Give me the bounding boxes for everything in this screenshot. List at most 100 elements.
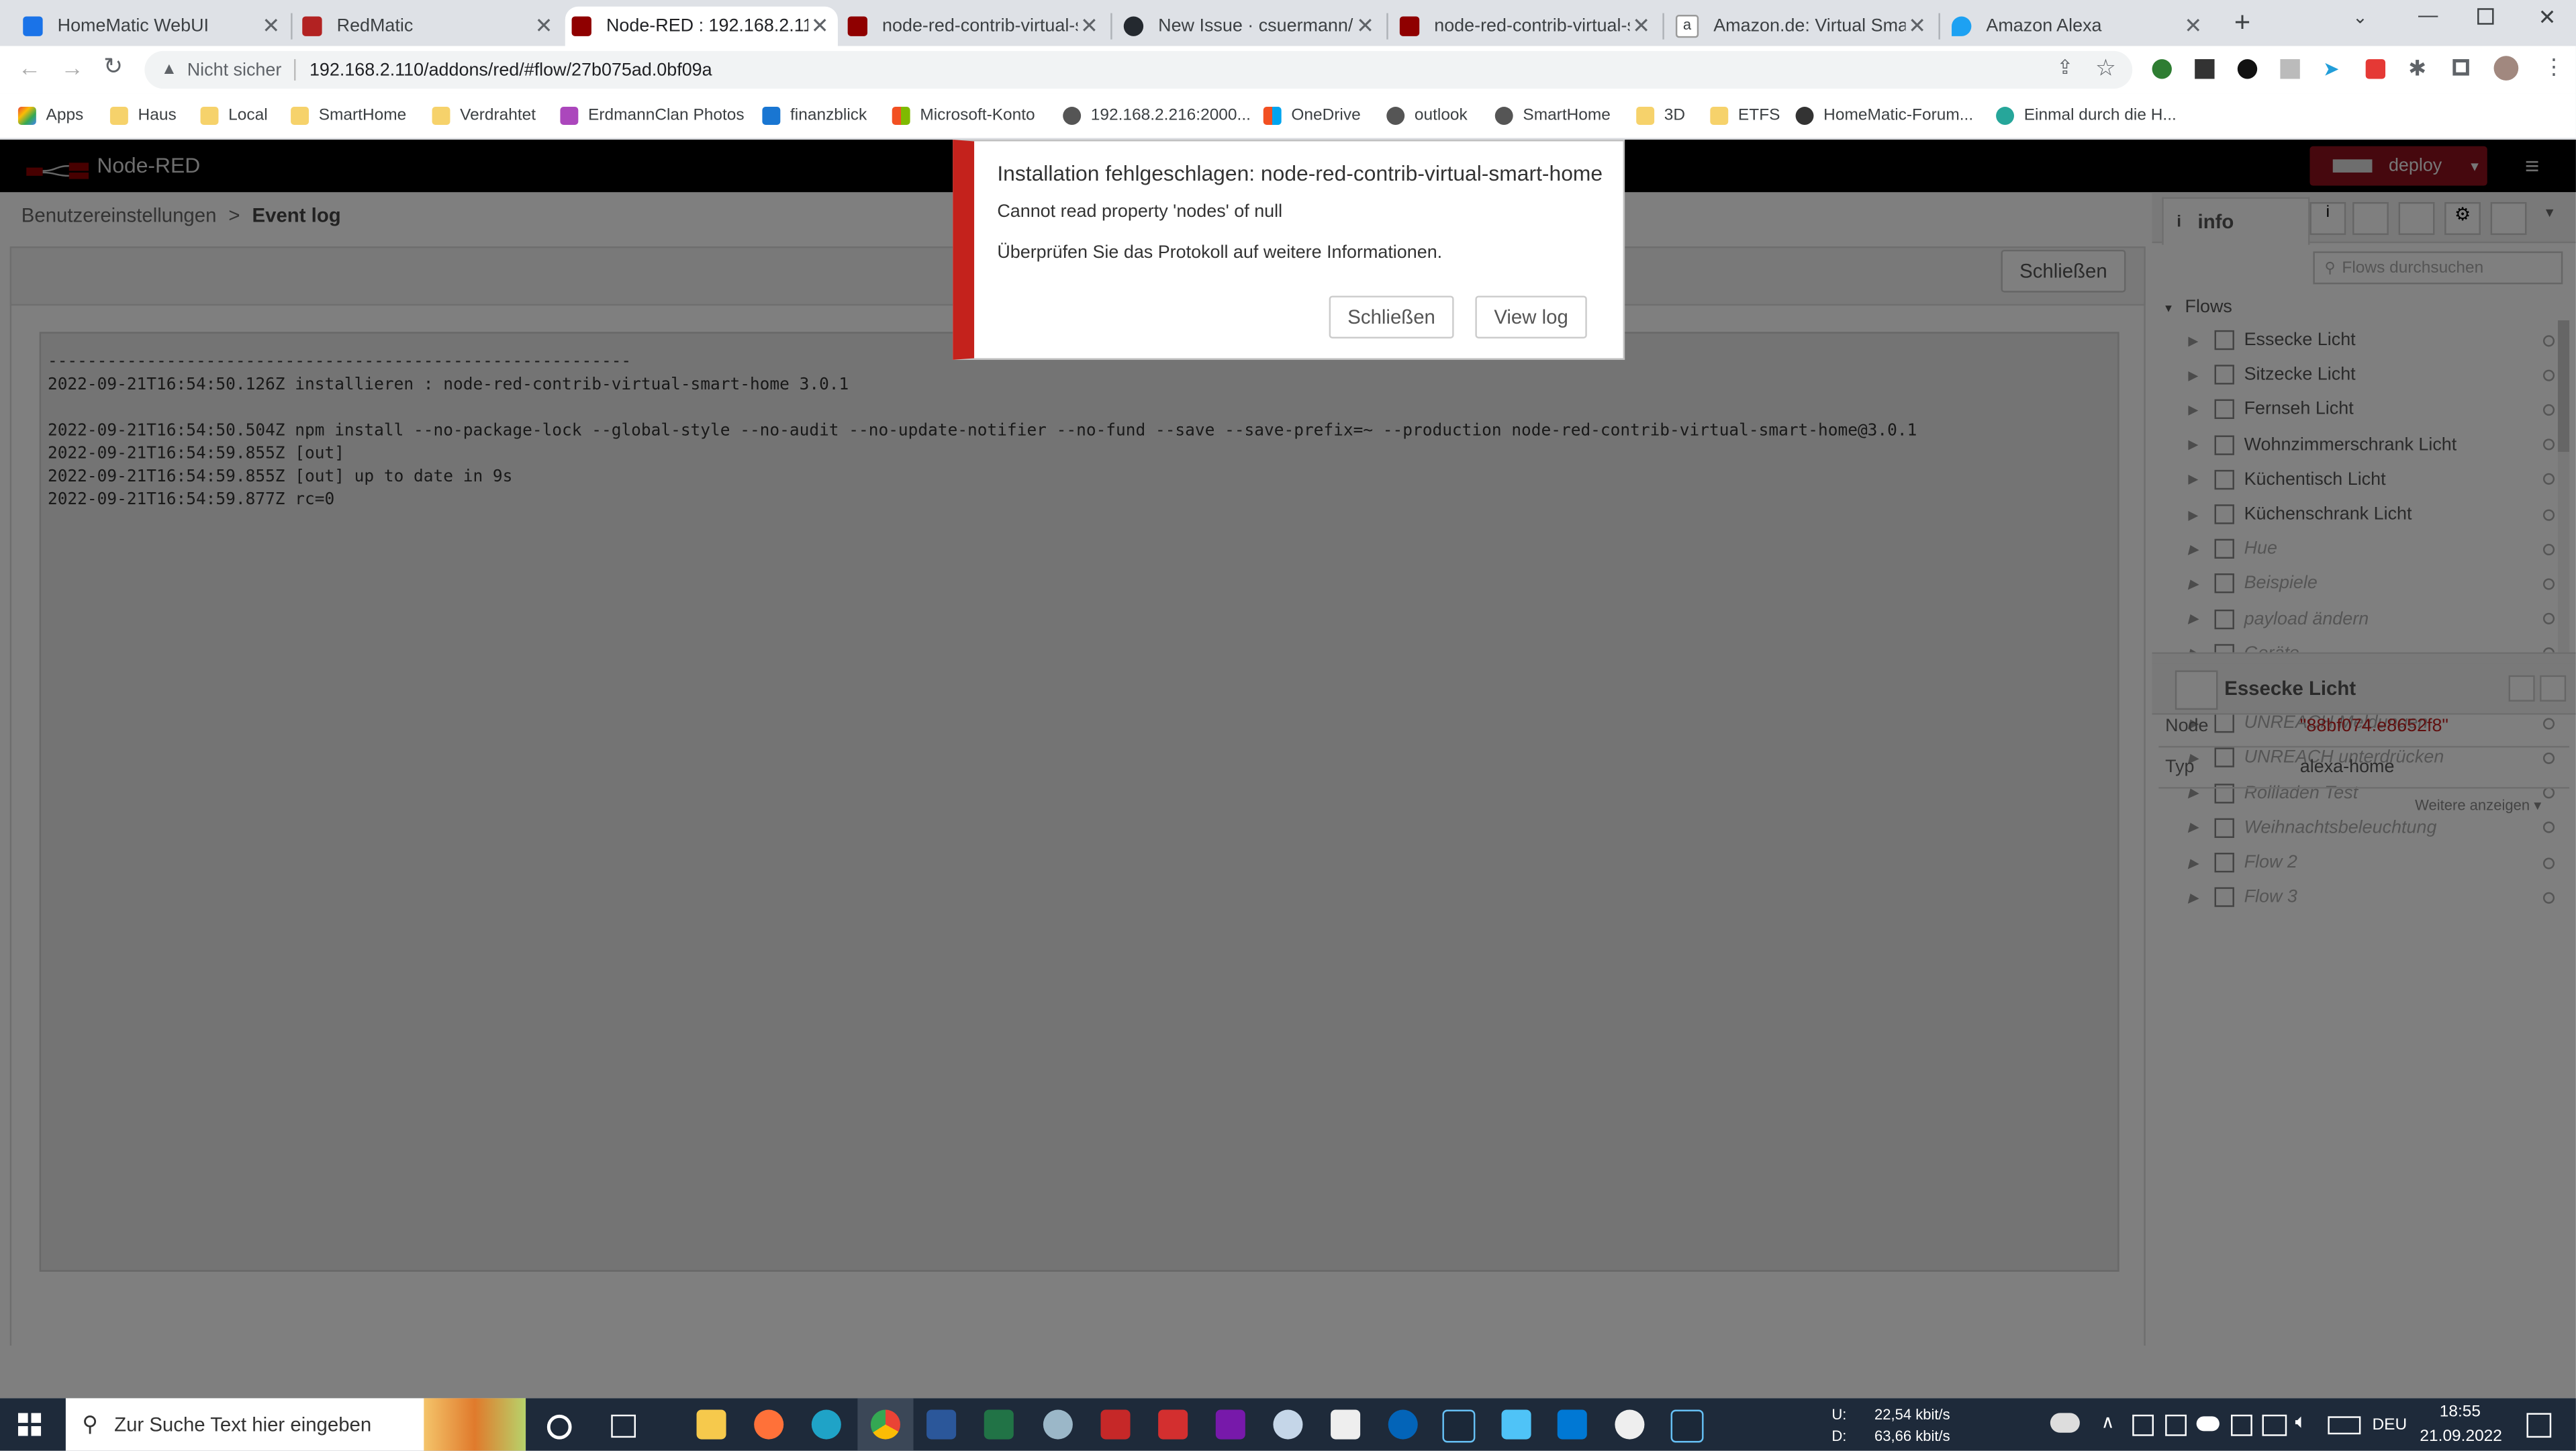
tab-search-icon[interactable]: ⌄ xyxy=(2352,7,2368,28)
volume-icon[interactable]: 🔈︎ xyxy=(2295,1410,2307,1435)
excel-icon[interactable] xyxy=(984,1409,1014,1440)
hamburger-menu-icon[interactable]: ≡ xyxy=(2525,153,2539,181)
edge-icon[interactable] xyxy=(811,1409,841,1440)
chevron-right-icon[interactable]: ▶ xyxy=(2188,367,2204,382)
chevron-right-icon[interactable]: ▶ xyxy=(2188,402,2204,417)
help-tab-icon[interactable] xyxy=(2352,201,2389,235)
menu-kebab-icon[interactable]: ⋮ xyxy=(2543,54,2565,81)
back-icon[interactable]: ← xyxy=(18,54,41,81)
forward-icon[interactable]: → xyxy=(61,54,84,81)
flows-scrollbar[interactable] xyxy=(2557,320,2570,653)
tray-icon[interactable] xyxy=(2231,1414,2252,1436)
tray-icon[interactable] xyxy=(2132,1414,2154,1436)
flows-search-input[interactable]: ⚲ Flows durchsuchen xyxy=(2313,251,2563,285)
flow-item[interactable]: ▶ Küchenschrank Licht xyxy=(2188,498,2558,530)
search-icon[interactable] xyxy=(2540,675,2567,702)
close-tab-icon[interactable]: ✕ xyxy=(808,13,831,40)
view-log-button[interactable]: View log xyxy=(1475,295,1587,339)
restore-icon[interactable] xyxy=(2477,8,2494,25)
chevron-right-icon[interactable]: ▶ xyxy=(2188,542,2204,557)
steam-icon[interactable] xyxy=(1670,1409,1704,1443)
bookmark-photos[interactable]: ErdmannClan Photos xyxy=(560,103,745,126)
sidepanel-icon[interactable] xyxy=(2452,59,2469,76)
close-tab-icon[interactable]: ✕ xyxy=(1353,13,1376,40)
task-view-icon[interactable] xyxy=(611,1414,636,1438)
onedrive-icon[interactable] xyxy=(1388,1409,1418,1440)
reload-icon[interactable]: ↻ xyxy=(103,52,123,81)
tab-info[interactable]: i info xyxy=(2162,197,2310,245)
firefox-icon[interactable] xyxy=(754,1409,784,1440)
app-fii-icon[interactable] xyxy=(1331,1409,1361,1440)
chevron-right-icon[interactable]: ▶ xyxy=(2188,507,2204,522)
tab-homematic[interactable]: HomeMatic WebUI ✕ xyxy=(16,7,289,46)
app-icon[interactable] xyxy=(1501,1409,1531,1440)
address-bar[interactable]: ▲ Nicht sicher 192.168.2.110/addons/red/… xyxy=(144,50,2133,89)
windows-start-icon[interactable] xyxy=(17,1413,42,1436)
puzzle-icon[interactable]: ✱ xyxy=(2408,56,2426,82)
extension-icon[interactable] xyxy=(2152,59,2172,79)
flow-item[interactable]: ▶ Essecke Licht xyxy=(2188,324,2558,357)
onenote-icon[interactable] xyxy=(1215,1409,1245,1440)
deploy-button[interactable]: deploy ▼ xyxy=(2309,146,2487,186)
chevron-right-icon[interactable]: ▶ xyxy=(2188,821,2204,835)
bookmark-smarthome[interactable]: SmartHome xyxy=(1494,103,1611,126)
extension-icon[interactable] xyxy=(2365,59,2386,79)
tab-node-red-contrib[interactable]: node-red-contrib-virtual-s ✕ xyxy=(841,7,1107,46)
close-tab-icon[interactable]: ✕ xyxy=(1906,13,1929,40)
close-tab-icon[interactable]: ✕ xyxy=(1078,13,1100,40)
clock-time[interactable]: 18:55 xyxy=(2440,1403,2481,1421)
bookmark-finanzblick[interactable]: finanzblick xyxy=(762,103,867,126)
bookmark-einmal[interactable]: Einmal durch die H... xyxy=(1996,103,2177,126)
share-icon[interactable]: ⇪ xyxy=(2056,56,2073,79)
close-tab-icon[interactable]: ✕ xyxy=(2182,13,2205,40)
acrobat-icon[interactable] xyxy=(1100,1409,1131,1440)
flow-item[interactable]: ▶ Wohnzimmerschrank Licht xyxy=(2188,428,2558,461)
chevron-up-icon[interactable]: ∧ xyxy=(2101,1411,2115,1432)
cortana-icon[interactable] xyxy=(546,1414,572,1440)
flow-item[interactable]: ▶ Weihnachtsbeleuchtung xyxy=(2188,811,2558,844)
bookmark-microsoft[interactable]: Microsoft-Konto xyxy=(892,103,1035,126)
flow-item[interactable]: ▶ Fernseh Licht xyxy=(2188,393,2558,426)
tab-github-issue[interactable]: New Issue · csuermann/no ✕ xyxy=(1117,7,1383,46)
chevron-right-icon[interactable]: ▶ xyxy=(2188,890,2204,905)
steam-icon[interactable] xyxy=(1442,1409,1476,1443)
close-tab-icon[interactable]: ✕ xyxy=(260,13,283,40)
notification-icon[interactable] xyxy=(2526,1413,2552,1438)
bookmark-onedrive[interactable]: OneDrive xyxy=(1263,103,1361,126)
bookmark-folder[interactable]: Haus xyxy=(109,103,177,126)
info-tab-icon[interactable]: i xyxy=(2309,201,2346,235)
word-icon[interactable] xyxy=(926,1409,957,1440)
context-tab-icon[interactable] xyxy=(2490,201,2527,235)
chevron-right-icon[interactable]: ▶ xyxy=(2188,333,2204,348)
extension-icon[interactable] xyxy=(2237,59,2258,79)
keyboard-icon[interactable] xyxy=(2328,1416,2361,1435)
chevron-right-icon[interactable]: ▶ xyxy=(2188,437,2204,452)
weather-icon[interactable] xyxy=(2050,1413,2080,1433)
outlook-icon[interactable] xyxy=(1557,1409,1587,1440)
profile-avatar[interactable] xyxy=(2493,56,2519,81)
chevron-right-icon[interactable]: ▶ xyxy=(2188,472,2204,487)
minimize-icon[interactable]: — xyxy=(2418,3,2438,26)
flow-item[interactable]: ▶ Hue xyxy=(2188,532,2558,565)
power-app-icon[interactable] xyxy=(1158,1409,1188,1440)
tab-amazon[interactable]: a Amazon.de: Virtual Smart ✕ xyxy=(1669,7,1935,46)
extension-icon[interactable] xyxy=(2195,59,2215,79)
flow-item[interactable]: ▶ Flow 3 xyxy=(2188,881,2558,914)
flow-item[interactable]: ▶ payload ändern xyxy=(2188,602,2558,635)
flow-item[interactable]: ▶ Sitzecke Licht xyxy=(2188,359,2558,391)
url-text[interactable]: 192.168.2.110/addons/red/#flow/27b075ad.… xyxy=(309,60,712,79)
chrome-icon[interactable] xyxy=(870,1409,900,1440)
bookmark-folder[interactable]: ETFS xyxy=(1710,103,1780,126)
chevron-right-icon[interactable]: ▶ xyxy=(2188,577,2204,592)
bookmark-folder[interactable]: SmartHome xyxy=(291,103,406,126)
paint-icon[interactable] xyxy=(1273,1409,1303,1440)
tray-icon[interactable] xyxy=(2165,1414,2187,1436)
window-close-icon[interactable]: ✕ xyxy=(2538,5,2557,31)
tab-amazon-alexa[interactable]: Amazon Alexa ✕ xyxy=(1945,7,2211,46)
flow-item[interactable]: ▶ Küchentisch Licht xyxy=(2188,463,2558,496)
tab-node-red-contrib-2[interactable]: node-red-contrib-virtual-s ✕ xyxy=(1393,7,1659,46)
bookmark-homematic-forum[interactable]: HomeMatic-Forum... xyxy=(1795,103,1973,126)
debug-tab-icon[interactable] xyxy=(2398,201,2435,235)
flows-header[interactable]: ▾ Flows xyxy=(2165,297,2232,317)
chevron-right-icon[interactable]: ▶ xyxy=(2188,855,2204,870)
